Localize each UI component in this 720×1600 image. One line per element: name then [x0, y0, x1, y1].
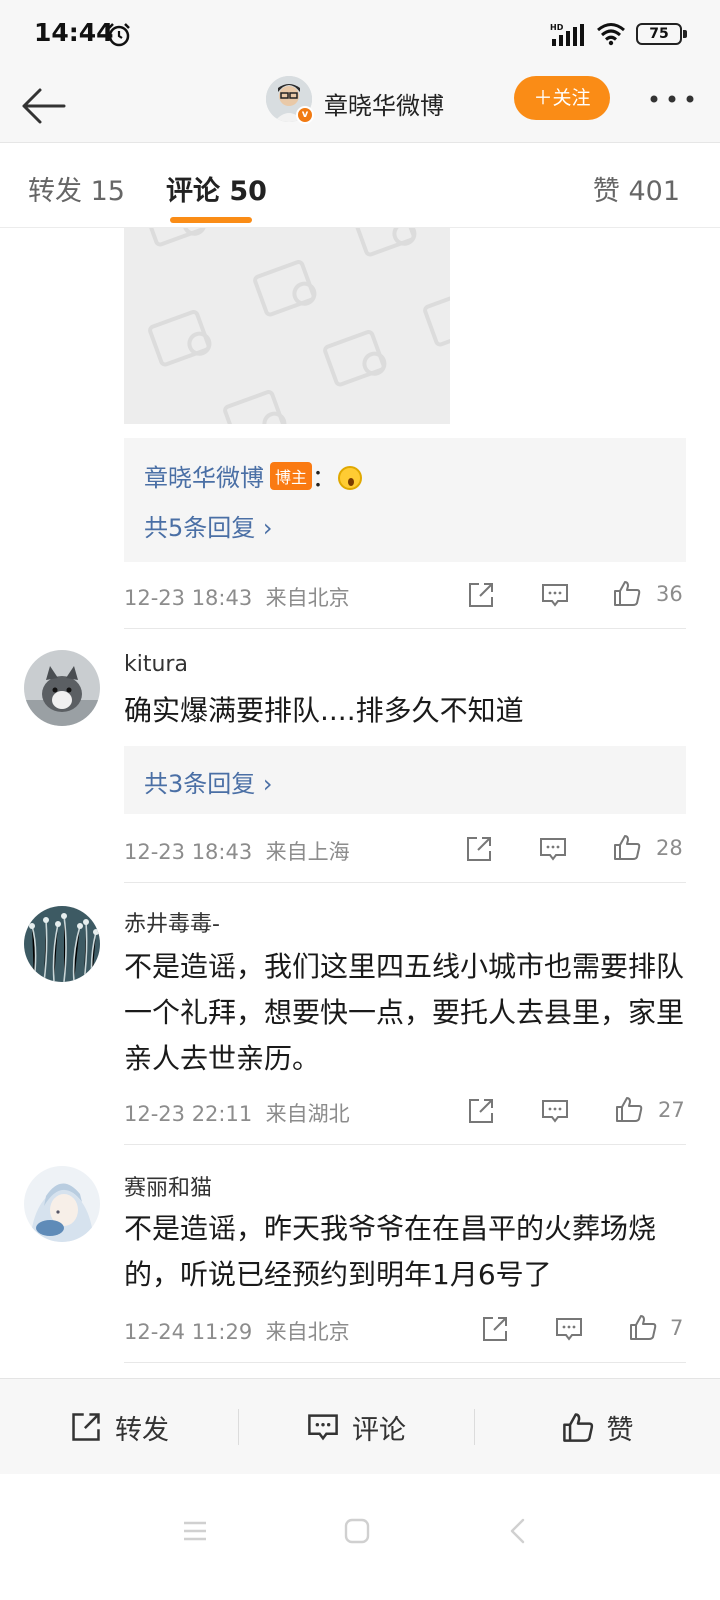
comment-location: 来自北京	[265, 1320, 350, 1344]
bottom-action-bar: 转发 评论 赞	[0, 1378, 720, 1474]
divider	[124, 882, 686, 883]
username[interactable]: kitura	[124, 652, 188, 677]
comment-location: 来自上海	[265, 840, 350, 864]
comment-tabs: 转发 15 评论 50 赞 401	[0, 142, 720, 228]
status-time: 14:44	[34, 18, 114, 47]
reply-preview-box[interactable]: 章晓华微博 博主： 共5条回复 ›	[124, 438, 686, 562]
screaming-face-emoji-icon	[338, 466, 363, 490]
follow-button[interactable]: ＋关注	[514, 76, 610, 120]
comment-icon[interactable]	[540, 1096, 570, 1126]
share-icon[interactable]	[480, 1314, 510, 1344]
like-button[interactable]: 赞	[474, 1379, 720, 1475]
back-icon[interactable]	[502, 1514, 536, 1548]
divider	[124, 1144, 686, 1145]
like-label: 赞	[606, 1414, 634, 1446]
share-icon[interactable]	[466, 1096, 496, 1126]
battery-icon: 75	[636, 23, 687, 45]
like-count: 36	[656, 582, 683, 606]
comment-label: 评论	[352, 1414, 406, 1446]
thumbs-up-icon[interactable]	[612, 832, 642, 862]
comment-meta: 12-23 18:43 来自上海	[124, 836, 350, 866]
tab-likes[interactable]: 赞 401	[593, 169, 680, 208]
thumbs-up-icon[interactable]	[614, 1094, 644, 1124]
divider	[124, 1362, 686, 1363]
reply-preview-line: 章晓华微博 博主：	[144, 458, 363, 493]
comment-button[interactable]: 评论	[238, 1379, 474, 1475]
wifi-icon	[597, 23, 625, 46]
status-bar: 14:44 HD 75	[0, 0, 720, 70]
tab-repost[interactable]: 转发 15	[28, 169, 125, 208]
more-dots-icon[interactable]	[648, 92, 696, 106]
reply-count-link[interactable]: 共5条回复 ›	[144, 508, 273, 543]
comment-icon	[308, 1414, 338, 1441]
comment-meta: 12-24 11:29 来自北京	[124, 1316, 350, 1346]
back-arrow-icon[interactable]	[18, 80, 70, 132]
thumbs-up-icon	[562, 1413, 593, 1442]
profile-name[interactable]: 章晓华微博	[324, 86, 444, 121]
menu-icon[interactable]	[178, 1514, 212, 1548]
comment-time: 12-23 22:11	[124, 1102, 253, 1126]
comment-text: 不是造谣，我们这里四五线小城市也需要排队一个礼拜，想要快一点，要托人去县里，家里…	[124, 950, 685, 1075]
username[interactable]: 赛丽和猫	[124, 1170, 212, 1202]
thumbs-up-icon[interactable]	[628, 1312, 658, 1342]
reply-colon: ：	[312, 464, 337, 492]
like-count: 27	[658, 1098, 685, 1122]
comment-icon[interactable]	[538, 834, 568, 864]
alarm-icon	[108, 23, 130, 47]
verified-badge: v	[296, 106, 314, 124]
comment-time: 12-23 18:43	[124, 586, 253, 610]
header: v 章晓华微博 ＋关注	[0, 70, 720, 142]
comment-icon[interactable]	[554, 1314, 584, 1344]
username[interactable]: 赤井毒毒-	[124, 906, 220, 938]
divider	[124, 628, 686, 629]
like-count: 28	[656, 836, 683, 860]
avatar[interactable]	[24, 1166, 100, 1242]
avatar[interactable]	[24, 906, 100, 982]
signal-icon: HD	[550, 23, 584, 46]
home-icon[interactable]	[340, 1514, 374, 1548]
comment-location: 来自湖北	[265, 1102, 350, 1126]
share-icon[interactable]	[464, 834, 494, 864]
active-tab-indicator	[170, 217, 252, 223]
avatar[interactable]	[24, 650, 100, 726]
share-icon	[72, 1413, 100, 1441]
thumbs-up-icon[interactable]	[612, 578, 642, 608]
comment-meta: 12-23 18:43 来自北京	[124, 582, 350, 612]
blogger-tag: 博主	[270, 462, 313, 490]
like-count: 7	[670, 1316, 684, 1340]
repost-button[interactable]: 转发	[0, 1379, 238, 1475]
comment-text: 确实爆满要排队....排多久不知道	[124, 694, 524, 727]
reply-preview-box[interactable]: 共3条回复 ›	[124, 746, 686, 814]
system-nav-bar	[0, 1474, 720, 1600]
comment-icon[interactable]	[540, 580, 570, 610]
comment-time: 12-23 18:43	[124, 840, 253, 864]
comment-location: 来自北京	[265, 586, 350, 610]
comment-meta: 12-23 22:11 来自湖北	[124, 1098, 350, 1128]
reply-author[interactable]: 章晓华微博	[144, 464, 264, 492]
comment-image-placeholder[interactable]	[124, 228, 450, 424]
comment-time: 12-24 11:29	[124, 1320, 253, 1344]
reply-count-link[interactable]: 共3条回复 ›	[144, 764, 273, 799]
svg-text:HD: HD	[550, 23, 564, 32]
tab-comments[interactable]: 评论 50	[166, 169, 267, 208]
share-icon[interactable]	[466, 580, 496, 610]
repost-label: 转发	[115, 1414, 169, 1446]
comment-text: 不是造谣，昨天我爷爷在在昌平的火葬场烧的，听说已经预约到明年1月6号了	[124, 1212, 657, 1291]
